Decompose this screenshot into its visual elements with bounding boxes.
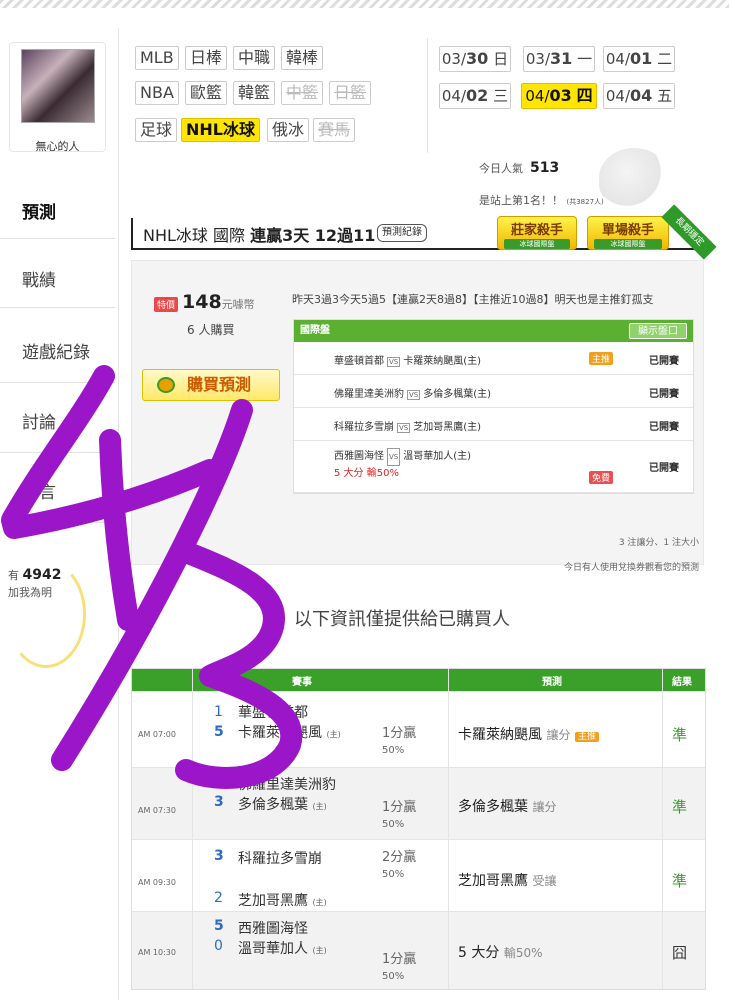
- league-cpbl[interactable]: 中職: [233, 46, 276, 70]
- league-nhl[interactable]: NHL冰球: [181, 118, 260, 142]
- league-kr-basketball[interactable]: 韓籃: [233, 81, 276, 105]
- popularity-label: 今日人氣: [479, 162, 523, 175]
- prediction-box: 特價 148元噱幣 6 人購買 購買預測 昨天3過3今天5過5【連贏2天8過8】【…: [131, 260, 704, 573]
- free-tag: 免費: [588, 471, 613, 484]
- game-status: 已開賽: [649, 389, 679, 400]
- voucher-note: 今日有人使用兌換券觀看您的預測: [563, 563, 699, 573]
- divider: [0, 452, 115, 453]
- result-win: 準: [672, 872, 688, 890]
- prediction-summary: 昨天3過3今天5過5【連贏2天8過8】【主推近10過8】明天也是主推釘孤支: [292, 293, 654, 306]
- results-table: 賽事 預測 結果 AM 07:00 1 華盛頓首都 5 卡羅萊納颶風 (主) 1…: [131, 668, 706, 990]
- games-header-label: 國際盤: [300, 325, 330, 336]
- league-soccer[interactable]: 足球: [135, 118, 178, 142]
- divider: [0, 307, 115, 308]
- top-border: [0, 0, 729, 8]
- fans-info: 有 4942 加我為明: [8, 567, 61, 601]
- league-kbo[interactable]: 韓棒: [281, 46, 324, 70]
- user-name: 無心的人: [35, 140, 80, 153]
- table-row: AM 07:00 1 華盛頓首都 5 卡羅萊納颶風 (主) 1分贏 50% 卡羅萊…: [132, 691, 705, 767]
- league-mlb[interactable]: MLB: [135, 46, 179, 70]
- league-nba[interactable]: NBA: [135, 81, 179, 105]
- sidebar-item-predict[interactable]: 預測: [0, 198, 115, 223]
- result-win: 準: [672, 726, 688, 744]
- badge-bookmaker-killer: 莊家殺手 冰球國際盤: [497, 216, 577, 250]
- rank-text: 是站上第1名！！ (共3827人): [479, 194, 604, 207]
- vs-icon: VS: [397, 423, 411, 433]
- page-title: NHL冰球 國際 連贏3天 12過11: [143, 226, 376, 245]
- date-0403[interactable]: 04/03 四: [521, 83, 597, 109]
- table-row: AM 07:30 2 佛羅里達美洲豹 3 多倫多楓葉 (主) 1分贏 50% 多倫…: [132, 767, 705, 839]
- record-button[interactable]: 預測紀錄: [377, 224, 427, 242]
- badge-single-killer: 單場殺手 冰球國際盤: [587, 216, 669, 250]
- coin-icon: [157, 377, 175, 393]
- league-jp-baseball[interactable]: 日棒: [185, 46, 228, 70]
- avatar[interactable]: [21, 49, 95, 123]
- table-row: AM 09:30 3 科羅拉多雪崩 2 芝加哥黑鷹 (主) 2分贏 50% 芝加哥…: [132, 839, 705, 911]
- table-row: 西雅圖海怪 VS 溫哥華加人(主) 5 大分 輸50% 免費 已開賽: [294, 441, 693, 493]
- fans-count: 4942: [22, 567, 62, 583]
- results-table-header: 賽事 預測 結果: [132, 669, 705, 691]
- divider: [0, 382, 115, 383]
- vs-icon: VS: [407, 390, 421, 400]
- show-line-button[interactable]: 顯示盤口: [629, 323, 687, 339]
- price-value: 148: [182, 291, 222, 313]
- result-win: 準: [672, 798, 688, 816]
- streak-text: 連贏3天 12過11: [250, 226, 376, 245]
- divider: [427, 38, 428, 153]
- buyers-count: 6 人購買: [187, 323, 235, 337]
- date-0404[interactable]: 04/04 五: [603, 83, 675, 109]
- vs-icon: VS: [387, 448, 401, 466]
- date-0402[interactable]: 04/02 三: [439, 83, 511, 109]
- divider: [192, 669, 193, 989]
- mascot-icon: [599, 148, 669, 208]
- sidebar: 無心的人 預測 戰績 遊戲紀錄 討論 留言 有 4942 加我為明: [0, 22, 115, 1000]
- sale-tag: 特價: [154, 297, 179, 312]
- pick-count-note: 3 注讓分、1 注大小: [618, 538, 699, 548]
- price-unit: 元噱幣: [221, 298, 255, 311]
- sidebar-item-discussion[interactable]: 討論: [0, 408, 115, 433]
- popularity-value: 513: [530, 160, 560, 176]
- popularity: 今日人氣 513: [479, 160, 559, 176]
- rank-note: (共3827人): [566, 198, 604, 206]
- vs-icon: VS: [387, 357, 401, 367]
- price: 特價 148元噱幣: [154, 291, 255, 313]
- league-cn-basketball: 中籃: [281, 81, 324, 105]
- table-row: 科羅拉多雪崩 VS 芝加哥黑鷹(主) 已開賽: [294, 408, 693, 441]
- buyers-only-note: 以下資訊僅提供給已購買人: [294, 609, 510, 630]
- league-jp-basketball: 日籃: [329, 81, 372, 105]
- game-status: 已開賽: [649, 422, 679, 433]
- divider: [0, 522, 115, 523]
- free-pick-text: 5 大分 輸50%: [334, 468, 399, 479]
- result-loss: 囧: [672, 944, 688, 962]
- league-euro-basketball[interactable]: 歐籃: [185, 81, 228, 105]
- table-row: 佛羅里達美洲豹 VS 多倫多楓葉(主) 已開賽: [294, 375, 693, 408]
- games-table: 國際盤 顯示盤口 華盛頓首都 VS 卡羅萊納颶風(主) 主推 已開賽 佛羅里達美洲豹…: [293, 319, 694, 494]
- follow-link[interactable]: 加我為明: [8, 586, 52, 599]
- divider: [448, 669, 449, 989]
- sidebar-item-message[interactable]: 留言: [0, 478, 115, 503]
- divider: [662, 669, 663, 989]
- main-panel: MLB 日棒 中職 韓棒 NBA 歐籃 韓籃 中籃 日籃 足球 NHL冰球 俄冰…: [118, 28, 729, 1000]
- date-0330[interactable]: 03/30 日: [439, 46, 511, 72]
- page: 無心的人 預測 戰績 遊戲紀錄 討論 留言 有 4942 加我為明 MLB 日棒…: [0, 0, 729, 1000]
- fans-prefix: 有: [8, 569, 19, 582]
- main-pick-tag: 主推: [574, 732, 599, 742]
- buy-prediction-button[interactable]: 購買預測: [142, 369, 280, 401]
- date-0331[interactable]: 03/31 一: [523, 46, 595, 72]
- league-horse-racing: 賽馬: [313, 118, 356, 142]
- games-table-header: 國際盤 顯示盤口: [294, 320, 693, 342]
- game-status: 已開賽: [649, 356, 679, 367]
- divider: [0, 238, 115, 239]
- table-row: 華盛頓首都 VS 卡羅萊納颶風(主) 主推 已開賽: [294, 342, 693, 375]
- league-russia-hockey[interactable]: 俄冰: [267, 118, 310, 142]
- sidebar-item-game-log[interactable]: 遊戲紀錄: [0, 338, 115, 363]
- main-pick-tag: 主推: [588, 352, 613, 365]
- game-status: 已開賽: [649, 463, 679, 474]
- profile-card[interactable]: [9, 42, 106, 152]
- table-row: AM 10:30 5 西雅圖海怪 0 溫哥華加人 (主) 1分贏 50% 5 大分…: [132, 911, 705, 989]
- sidebar-item-record[interactable]: 戰績: [0, 266, 115, 291]
- date-0401[interactable]: 04/01 二: [603, 46, 675, 72]
